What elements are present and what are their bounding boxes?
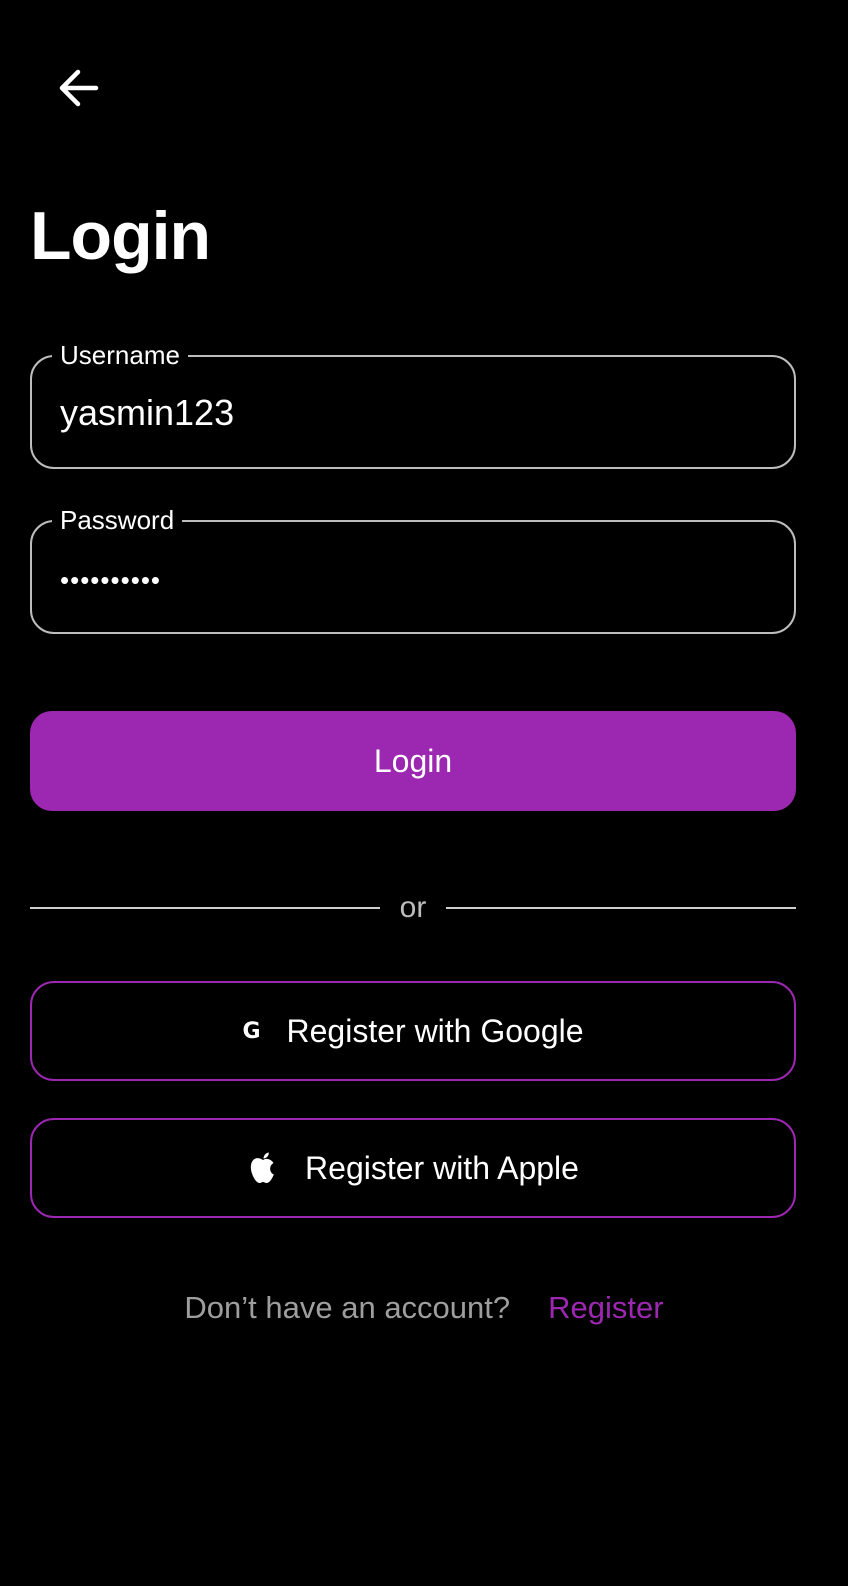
back-button[interactable] [50,62,106,118]
username-field[interactable]: Username [30,338,796,469]
password-field[interactable]: Password •••••••••• [30,503,796,634]
username-input[interactable] [60,391,760,435]
register-google-label: Register with Google [286,1012,584,1049]
apple-icon [247,1151,279,1185]
divider-line-left [30,907,380,909]
page-title: Login [30,198,211,274]
password-label: Password [52,503,183,537]
google-g-icon: G [242,1018,261,1044]
arrow-left-icon [56,68,100,113]
login-button[interactable]: Login [30,711,796,811]
register-link[interactable]: Register [548,1290,663,1326]
no-account-text: Don’t have an account? [184,1290,511,1325]
register-google-button[interactable]: G Register with Google [30,981,796,1081]
register-apple-label: Register with Apple [305,1149,579,1186]
register-apple-button[interactable]: Register with Apple [30,1118,796,1218]
divider-line-right [446,907,796,909]
divider-or-text: or [399,891,427,924]
register-prompt: Don’t have an account? Register [0,1286,848,1330]
username-label: Username [52,338,188,372]
or-divider: or [30,884,796,932]
password-input[interactable]: •••••••••• [60,558,760,602]
